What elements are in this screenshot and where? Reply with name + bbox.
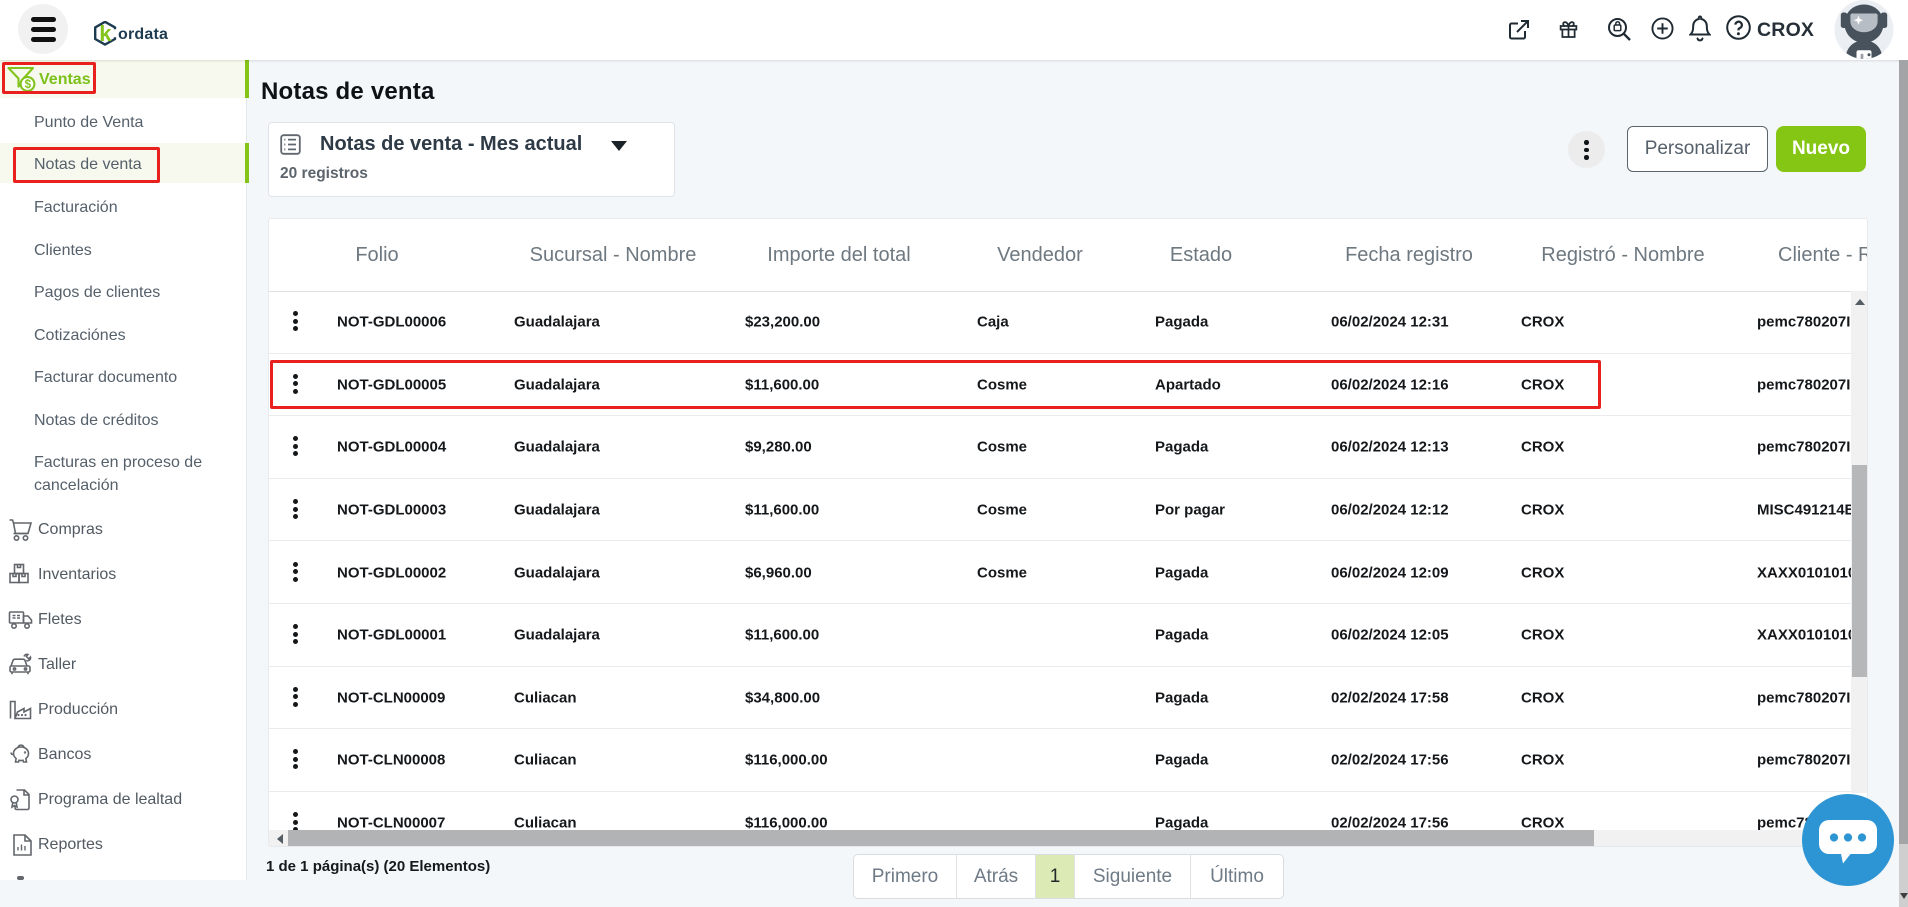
svg-text:k: k [99,21,112,46]
